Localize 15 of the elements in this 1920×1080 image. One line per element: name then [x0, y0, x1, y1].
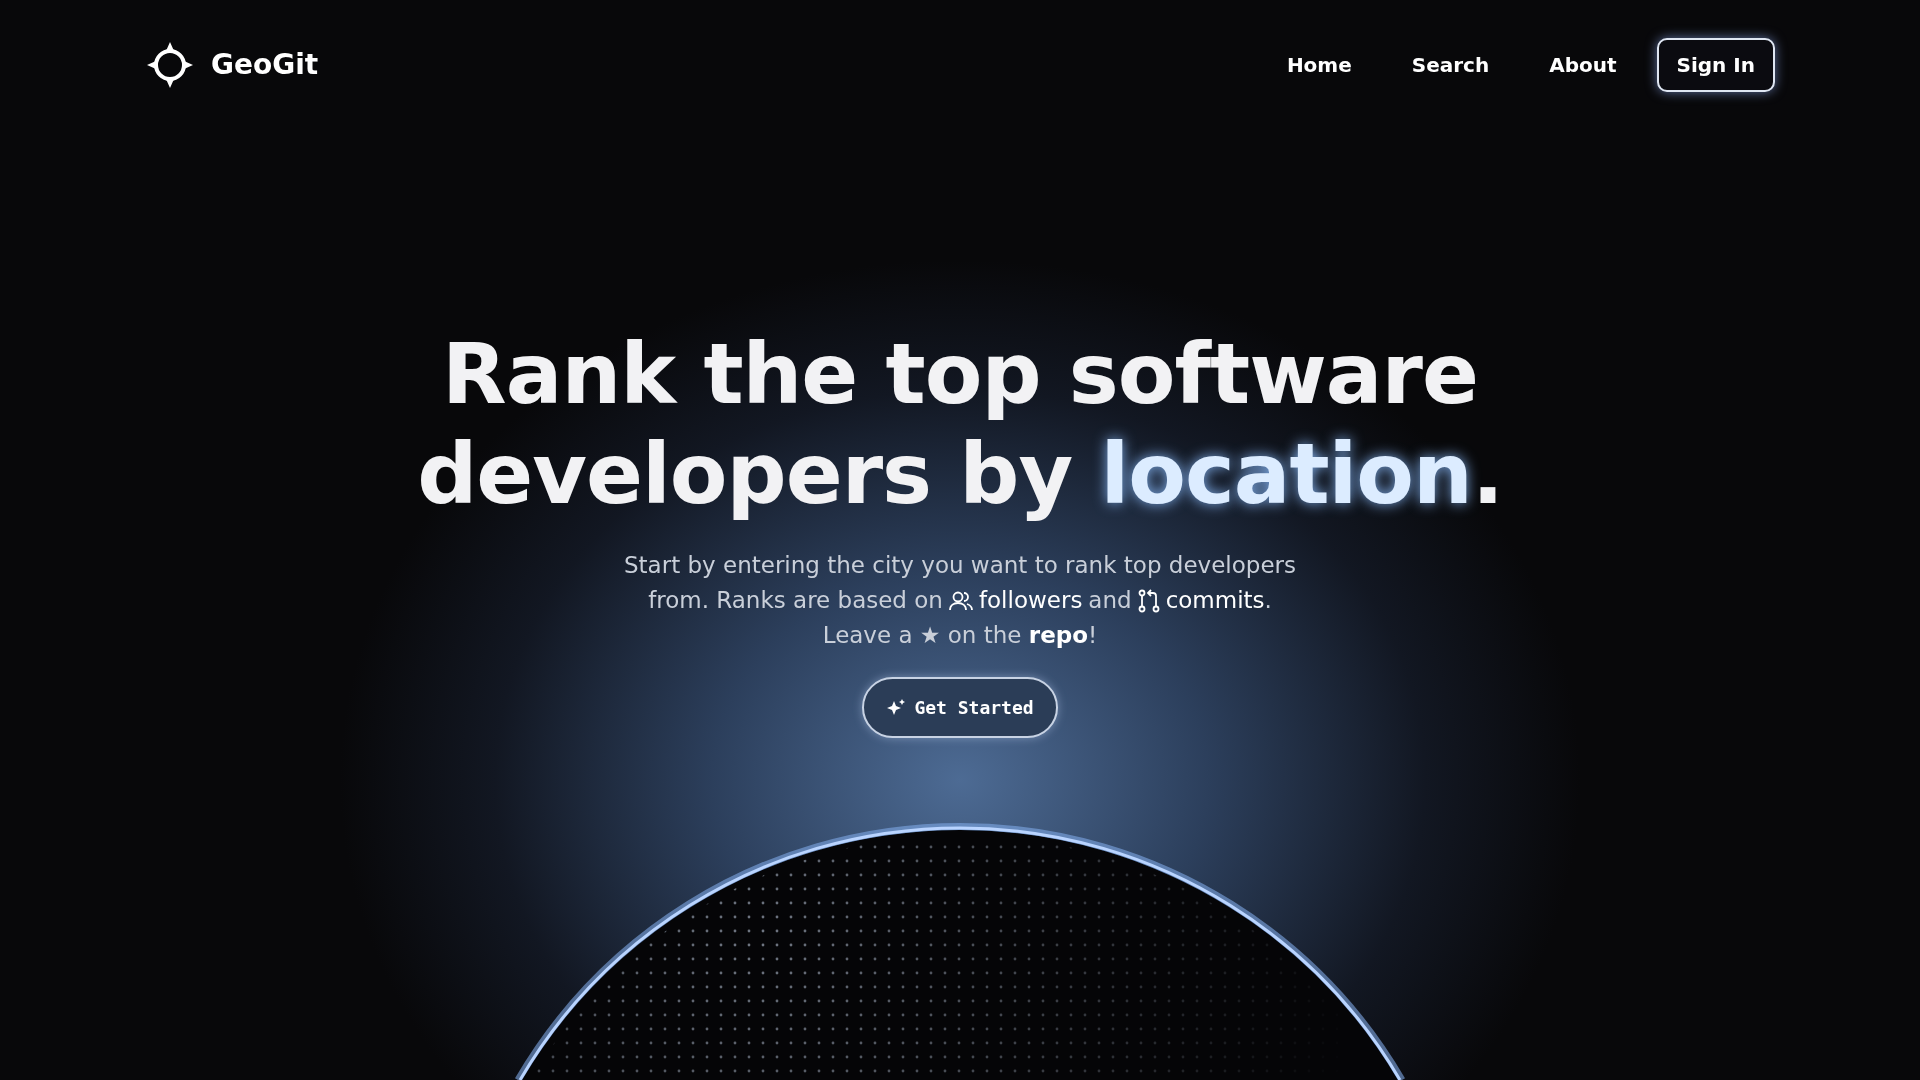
nav-link[interactable]: Home — [1286, 44, 1352, 86]
hero-heading: Rank the top software developers by location. — [416, 324, 1504, 524]
brand-name[interactable]: GeoGit — [211, 44, 319, 86]
subtitle-text: Leave a ★ on the repo! — [822, 621, 1098, 650]
subtitle-text: Start by entering the city you want to rank top developers — [624, 551, 1296, 580]
users-icon — [948, 589, 973, 612]
subtitle-text: . — [1264, 586, 1272, 615]
nav-link[interactable]: Search — [1411, 44, 1490, 86]
pull-request-icon — [1137, 588, 1160, 613]
subtitle-text: from. Ranks are based on — [648, 586, 943, 615]
crosshair-logo-icon — [145, 40, 195, 90]
get-started-button[interactable]: Get Started — [862, 677, 1058, 738]
nav-link[interactable]: About — [1549, 44, 1617, 86]
subtitle-text: and — [1088, 586, 1132, 615]
sign-in-button[interactable]: Sign In — [1656, 38, 1775, 92]
